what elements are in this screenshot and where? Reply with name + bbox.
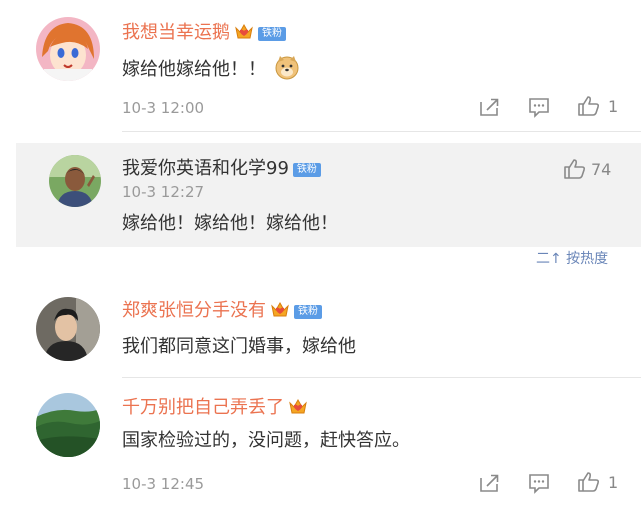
comment-icon[interactable] xyxy=(527,96,551,118)
vip-crown-icon xyxy=(288,397,308,415)
share-icon[interactable] xyxy=(477,96,501,118)
sort-by-hot-link[interactable]: 二↑ 按热度 xyxy=(536,251,608,267)
timestamp: 10-3 12:45 xyxy=(122,475,205,493)
comment-icon[interactable] xyxy=(527,472,551,494)
reply-like-count: 74 xyxy=(591,160,612,179)
doge-emoji xyxy=(274,54,300,80)
reply-username[interactable]: 我爱你英语和化学99 铁粉 xyxy=(122,158,321,180)
vip-crown-icon xyxy=(270,300,290,318)
reply-thumbs-up-icon[interactable] xyxy=(563,158,587,180)
comment-username[interactable]: 我想当幸运鹅 铁粉 xyxy=(122,22,286,44)
share-icon[interactable] xyxy=(477,472,501,494)
fan-badge: 铁粉 xyxy=(292,163,321,177)
thumbs-up-icon[interactable] xyxy=(577,95,601,117)
comment-username[interactable]: 千万别把自己弄丢了 xyxy=(122,397,308,419)
thumbs-up-icon[interactable] xyxy=(577,471,601,493)
timestamp: 10-3 12:00 xyxy=(122,99,205,117)
comment-text: 嫁给他嫁给他！！ xyxy=(122,54,300,81)
reply-avatar[interactable] xyxy=(49,155,101,207)
username-text: 郑爽张恒分手没有 xyxy=(122,300,266,321)
avatar[interactable] xyxy=(36,393,100,457)
like-count: 1 xyxy=(608,473,619,492)
comment-text: 国家检验过的，没问题，赶快答应。 xyxy=(122,430,410,451)
username-text: 千万别把自己弄丢了 xyxy=(122,397,284,418)
reply-text: 嫁给他！嫁给他！嫁给他！ xyxy=(122,213,338,234)
fan-badge: 铁粉 xyxy=(294,305,322,319)
comment-text-content: 嫁给他嫁给他！！ xyxy=(122,59,266,80)
avatar[interactable] xyxy=(36,297,100,361)
avatar[interactable] xyxy=(36,17,100,81)
divider xyxy=(122,131,641,132)
comment-username[interactable]: 郑爽张恒分手没有 铁粉 xyxy=(122,300,322,322)
username-text: 我想当幸运鹅 xyxy=(122,22,230,43)
vip-crown-icon xyxy=(234,22,254,40)
reply-timestamp: 10-3 12:27 xyxy=(122,183,205,201)
comment-text: 我们都同意这门婚事，嫁给他 xyxy=(122,336,356,357)
fan-badge: 铁粉 xyxy=(258,27,286,41)
divider xyxy=(122,377,641,378)
like-count: 1 xyxy=(608,97,619,116)
reply-username-text: 我爱你英语和化学99 xyxy=(122,158,289,179)
